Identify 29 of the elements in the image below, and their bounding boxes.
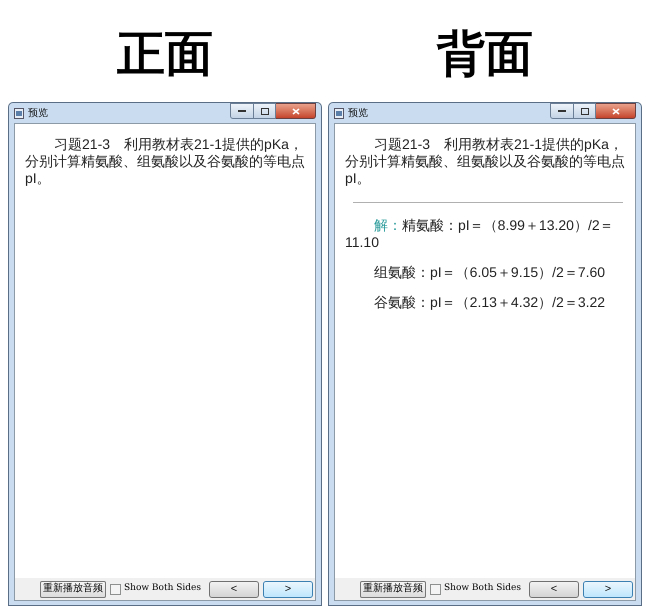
checkbox-label: Show Both Sides [444, 582, 521, 596]
close-icon [292, 108, 300, 114]
minimize-button[interactable] [550, 103, 574, 119]
question-text: 习题21-3 利用教材表21-1提供的pKa，分别计算精氨酸、组氨酸以及谷氨酸的等电点pI。 [345, 136, 626, 187]
maximize-button[interactable] [574, 103, 596, 119]
minimize-button[interactable] [230, 103, 254, 119]
prev-button[interactable]: < [529, 580, 579, 598]
app-icon [334, 108, 344, 118]
window-title: 预览 [348, 106, 368, 120]
maximize-button[interactable] [254, 103, 276, 119]
answer-text: 解：精氨酸：pI＝（8.99＋13.20）/2＝11.10 [345, 217, 615, 251]
answer-text: 组氨酸：pI＝（6.05＋9.15）/2＝7.60 [373, 264, 606, 281]
next-button[interactable]: > [583, 580, 633, 598]
next-button[interactable]: > [263, 580, 313, 598]
close-button[interactable] [276, 103, 316, 119]
question-text: 习题21-3 利用教材表21-1提供的pKa，分别计算精氨酸、组氨酸以及谷氨酸的等电点pI。 [25, 136, 306, 187]
window-title: 预览 [28, 106, 48, 120]
app-icon [14, 108, 24, 118]
answer-text: 谷氨酸：pI＝（2.13＋4.32）/2＝3.22 [373, 294, 606, 311]
prev-button[interactable]: < [209, 580, 259, 598]
replay-audio-button[interactable]: 重新播放音频 [40, 580, 106, 598]
page-heading: 背面 [437, 25, 533, 84]
checkbox[interactable] [110, 584, 121, 594]
close-button[interactable] [596, 103, 636, 119]
checkbox[interactable] [430, 584, 441, 594]
close-icon [612, 108, 620, 114]
replay-audio-button[interactable]: 重新播放音频 [360, 580, 426, 598]
page-heading: 正面 [117, 25, 213, 84]
checkbox-label: Show Both Sides [124, 582, 201, 596]
